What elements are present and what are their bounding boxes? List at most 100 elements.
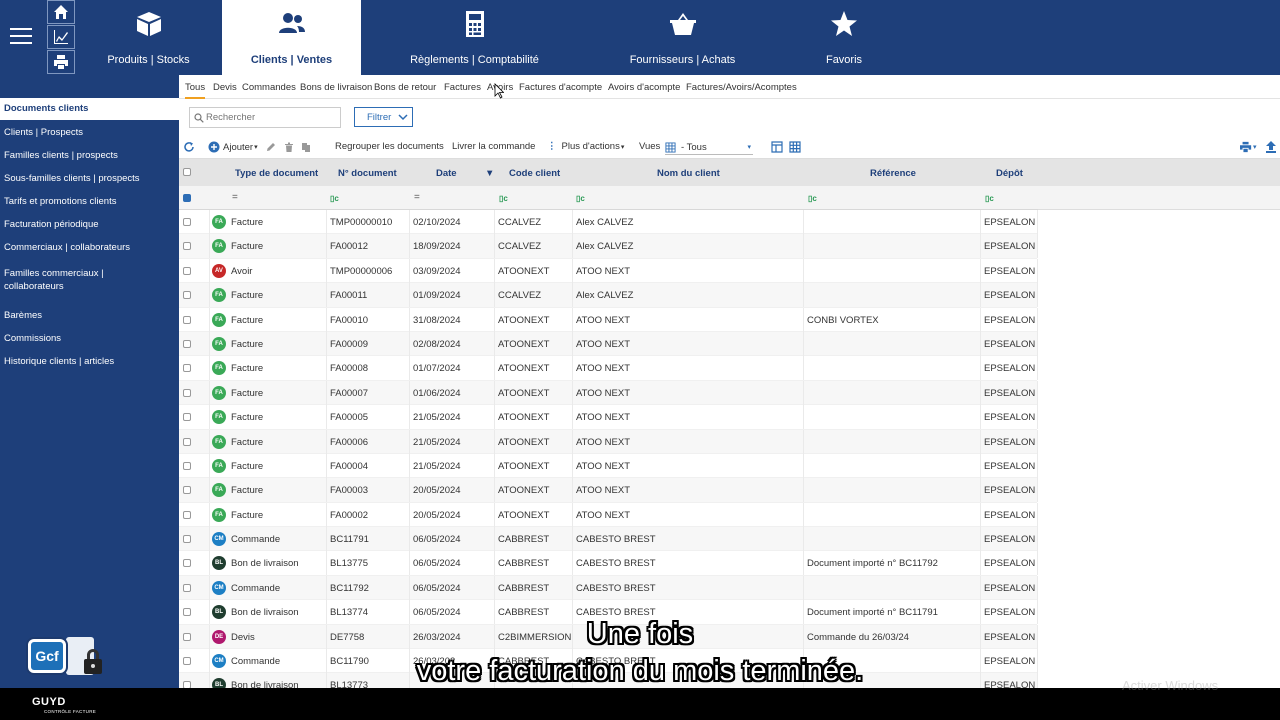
filter-code-icon[interactable]: ▯c: [499, 194, 508, 203]
tab-bons-retour[interactable]: Bons de retour: [374, 82, 436, 93]
row-checkbox[interactable]: [183, 535, 191, 544]
print-button[interactable]: ▾: [1240, 141, 1257, 153]
menu-icon[interactable]: [10, 28, 32, 44]
row-checkbox[interactable]: [183, 242, 191, 251]
cell-code: ATOONEXT: [498, 363, 550, 375]
sidebar-item-documents-clients[interactable]: Documents clients: [0, 98, 179, 120]
filter-depot-icon[interactable]: ▯c: [985, 194, 994, 203]
module-fournisseurs-achats[interactable]: Fournisseurs | Achats: [610, 0, 755, 75]
export-button[interactable]: [1265, 141, 1277, 153]
row-checkbox[interactable]: [183, 388, 191, 397]
module-clients-ventes[interactable]: Clients | Ventes: [222, 0, 361, 75]
sidebar-item-facturation-periodique[interactable]: Facturation périodique: [0, 218, 179, 231]
header-code[interactable]: Code client: [509, 168, 560, 179]
row-checkbox[interactable]: [183, 291, 191, 300]
row-checkbox[interactable]: [183, 266, 191, 275]
table-row[interactable]: CM Commande BC11792 06/05/2024 CABBREST CABES…: [179, 575, 1038, 601]
filter-num-icon[interactable]: ▯c: [330, 194, 339, 203]
header-ref[interactable]: Référence: [870, 168, 916, 179]
column-view-button[interactable]: [771, 141, 783, 153]
row-checkbox[interactable]: [183, 218, 191, 226]
tab-devis[interactable]: Devis: [213, 82, 237, 93]
row-checkbox[interactable]: [183, 364, 191, 373]
edit-button[interactable]: [265, 141, 277, 153]
module-favoris[interactable]: Favoris: [800, 0, 888, 75]
filter-button[interactable]: Filtrer: [354, 107, 413, 127]
row-checkbox[interactable]: [183, 608, 191, 617]
column-divider: [409, 331, 410, 356]
column-divider: [1037, 405, 1038, 430]
header-num[interactable]: N° document: [338, 168, 397, 179]
sidebar-item-familles-commerciaux-line2[interactable]: collaborateurs: [0, 280, 179, 293]
filter-row-checkbox[interactable]: [183, 194, 191, 202]
table-row[interactable]: FA Facture FA00005 21/05/2024 ATOONEXT ATOO N…: [179, 405, 1038, 430]
select-all-checkbox[interactable]: [183, 168, 191, 176]
table-row[interactable]: FA Facture FA00012 18/09/2024 CCALVEZ Alex CA…: [179, 234, 1038, 259]
table-row[interactable]: FA Facture TMP00000010 02/10/2024 CCALVEZ Ale…: [179, 208, 1038, 236]
filter-date-icon[interactable]: =: [414, 192, 420, 203]
row-checkbox[interactable]: [183, 413, 191, 422]
tab-factures[interactable]: Factures: [444, 82, 481, 93]
views-select[interactable]: - Tous ▾: [665, 140, 753, 155]
filter-type-icon[interactable]: =: [232, 192, 238, 203]
copy-button[interactable]: [300, 141, 312, 153]
column-divider: [803, 405, 804, 430]
tab-factures-avoirs-acomptes[interactable]: Factures/Avoirs/Acomptes: [686, 82, 797, 93]
chart-icon[interactable]: [47, 25, 75, 49]
tab-commandes[interactable]: Commandes: [242, 82, 296, 93]
table-row[interactable]: FA Facture FA00006 21/05/2024 ATOONEXT ATOO N…: [179, 429, 1038, 454]
table-row[interactable]: FA Facture FA00003 20/05/2024 ATOONEXT ATOO N…: [179, 478, 1038, 503]
tab-avoirs-acompte[interactable]: Avoirs d'acompte: [608, 82, 680, 93]
row-checkbox[interactable]: [183, 339, 191, 348]
row-checkbox[interactable]: [183, 559, 191, 568]
column-divider: [1037, 429, 1038, 454]
header-depot[interactable]: Dépôt: [996, 168, 1023, 179]
table-row[interactable]: FA Facture FA00010 31/08/2024 ATOONEXT ATOO N…: [179, 307, 1038, 332]
table-row[interactable]: FA Facture FA00004 21/05/2024 ATOONEXT ATOO N…: [179, 453, 1038, 479]
sidebar-item-commissions[interactable]: Commissions: [0, 332, 179, 345]
sort-desc-icon[interactable]: ▼: [485, 168, 494, 179]
header-date[interactable]: Date: [436, 168, 457, 179]
table-row[interactable]: FA Facture FA00009 02/08/2024 ATOONEXT ATOO N…: [179, 331, 1038, 357]
sidebar-item-tarifs-promotions[interactable]: Tarifs et promotions clients: [0, 195, 179, 208]
table-row[interactable]: FA Facture FA00008 01/07/2024 ATOONEXT ATOO N…: [179, 356, 1038, 381]
table-row[interactable]: FA Facture FA00011 01/09/2024 CCALVEZ Alex CA…: [179, 283, 1038, 308]
refresh-button[interactable]: [183, 141, 195, 153]
table-row[interactable]: CM Commande BC11791 06/05/2024 CABBREST CABES…: [179, 527, 1038, 552]
filter-ref-icon[interactable]: ▯c: [808, 194, 817, 203]
row-checkbox[interactable]: [183, 510, 191, 519]
header-type[interactable]: Type de document: [235, 168, 318, 179]
table-row[interactable]: FA Facture FA00007 01/06/2024 ATOONEXT ATOO N…: [179, 380, 1038, 406]
sidebar-item-familles-clients[interactable]: Familles clients | prospects: [0, 149, 179, 162]
row-checkbox[interactable]: [183, 461, 191, 470]
group-documents-button[interactable]: Regrouper les documents: [335, 141, 444, 152]
filter-name-icon[interactable]: ▯c: [576, 194, 585, 203]
more-actions-button[interactable]: ⋮ Plus d'actions ▾: [547, 141, 624, 152]
module-produits-stocks[interactable]: Produits | Stocks: [75, 0, 222, 75]
deliver-order-button[interactable]: Livrer la commande: [452, 141, 535, 152]
row-checkbox[interactable]: [183, 437, 191, 446]
sidebar-item-sous-familles[interactable]: Sous-familles clients | prospects: [0, 172, 179, 185]
tab-factures-acompte[interactable]: Factures d'acompte: [519, 82, 602, 93]
table-row[interactable]: FA Facture FA00002 20/05/2024 ATOONEXT ATOO N…: [179, 502, 1038, 528]
row-checkbox[interactable]: [183, 486, 191, 495]
row-checkbox[interactable]: [183, 315, 191, 324]
delete-button[interactable]: [283, 141, 295, 153]
print-icon[interactable]: [47, 50, 75, 74]
table-view-button[interactable]: [789, 141, 801, 153]
sidebar-item-historique[interactable]: Historique clients | articles: [0, 355, 179, 368]
add-button[interactable]: Ajouter ▾: [208, 141, 258, 153]
sidebar-item-familles-commerciaux[interactable]: Familles commerciaux |: [0, 267, 179, 280]
sidebar-item-clients-prospects[interactable]: Clients | Prospects: [0, 126, 179, 139]
tab-tous[interactable]: Tous: [185, 82, 206, 99]
sidebar-item-commerciaux[interactable]: Commerciaux | collaborateurs: [0, 241, 179, 254]
search-input[interactable]: [206, 112, 336, 123]
home-icon[interactable]: [47, 0, 75, 24]
table-row[interactable]: AV Avoir TMP00000006 03/09/2024 ATOONEXT ATOO…: [179, 258, 1038, 284]
row-checkbox[interactable]: [183, 583, 191, 592]
tab-bons-livraison[interactable]: Bons de livraison: [300, 82, 372, 93]
table-row[interactable]: BL Bon de livraison BL13775 06/05/2024 CABBR…: [179, 551, 1038, 576]
header-name[interactable]: Nom du client: [657, 168, 720, 179]
module-reglements-comptabilite[interactable]: Règlements | Comptabilité: [393, 0, 556, 75]
sidebar-item-baremes[interactable]: Barèmes: [0, 309, 179, 322]
